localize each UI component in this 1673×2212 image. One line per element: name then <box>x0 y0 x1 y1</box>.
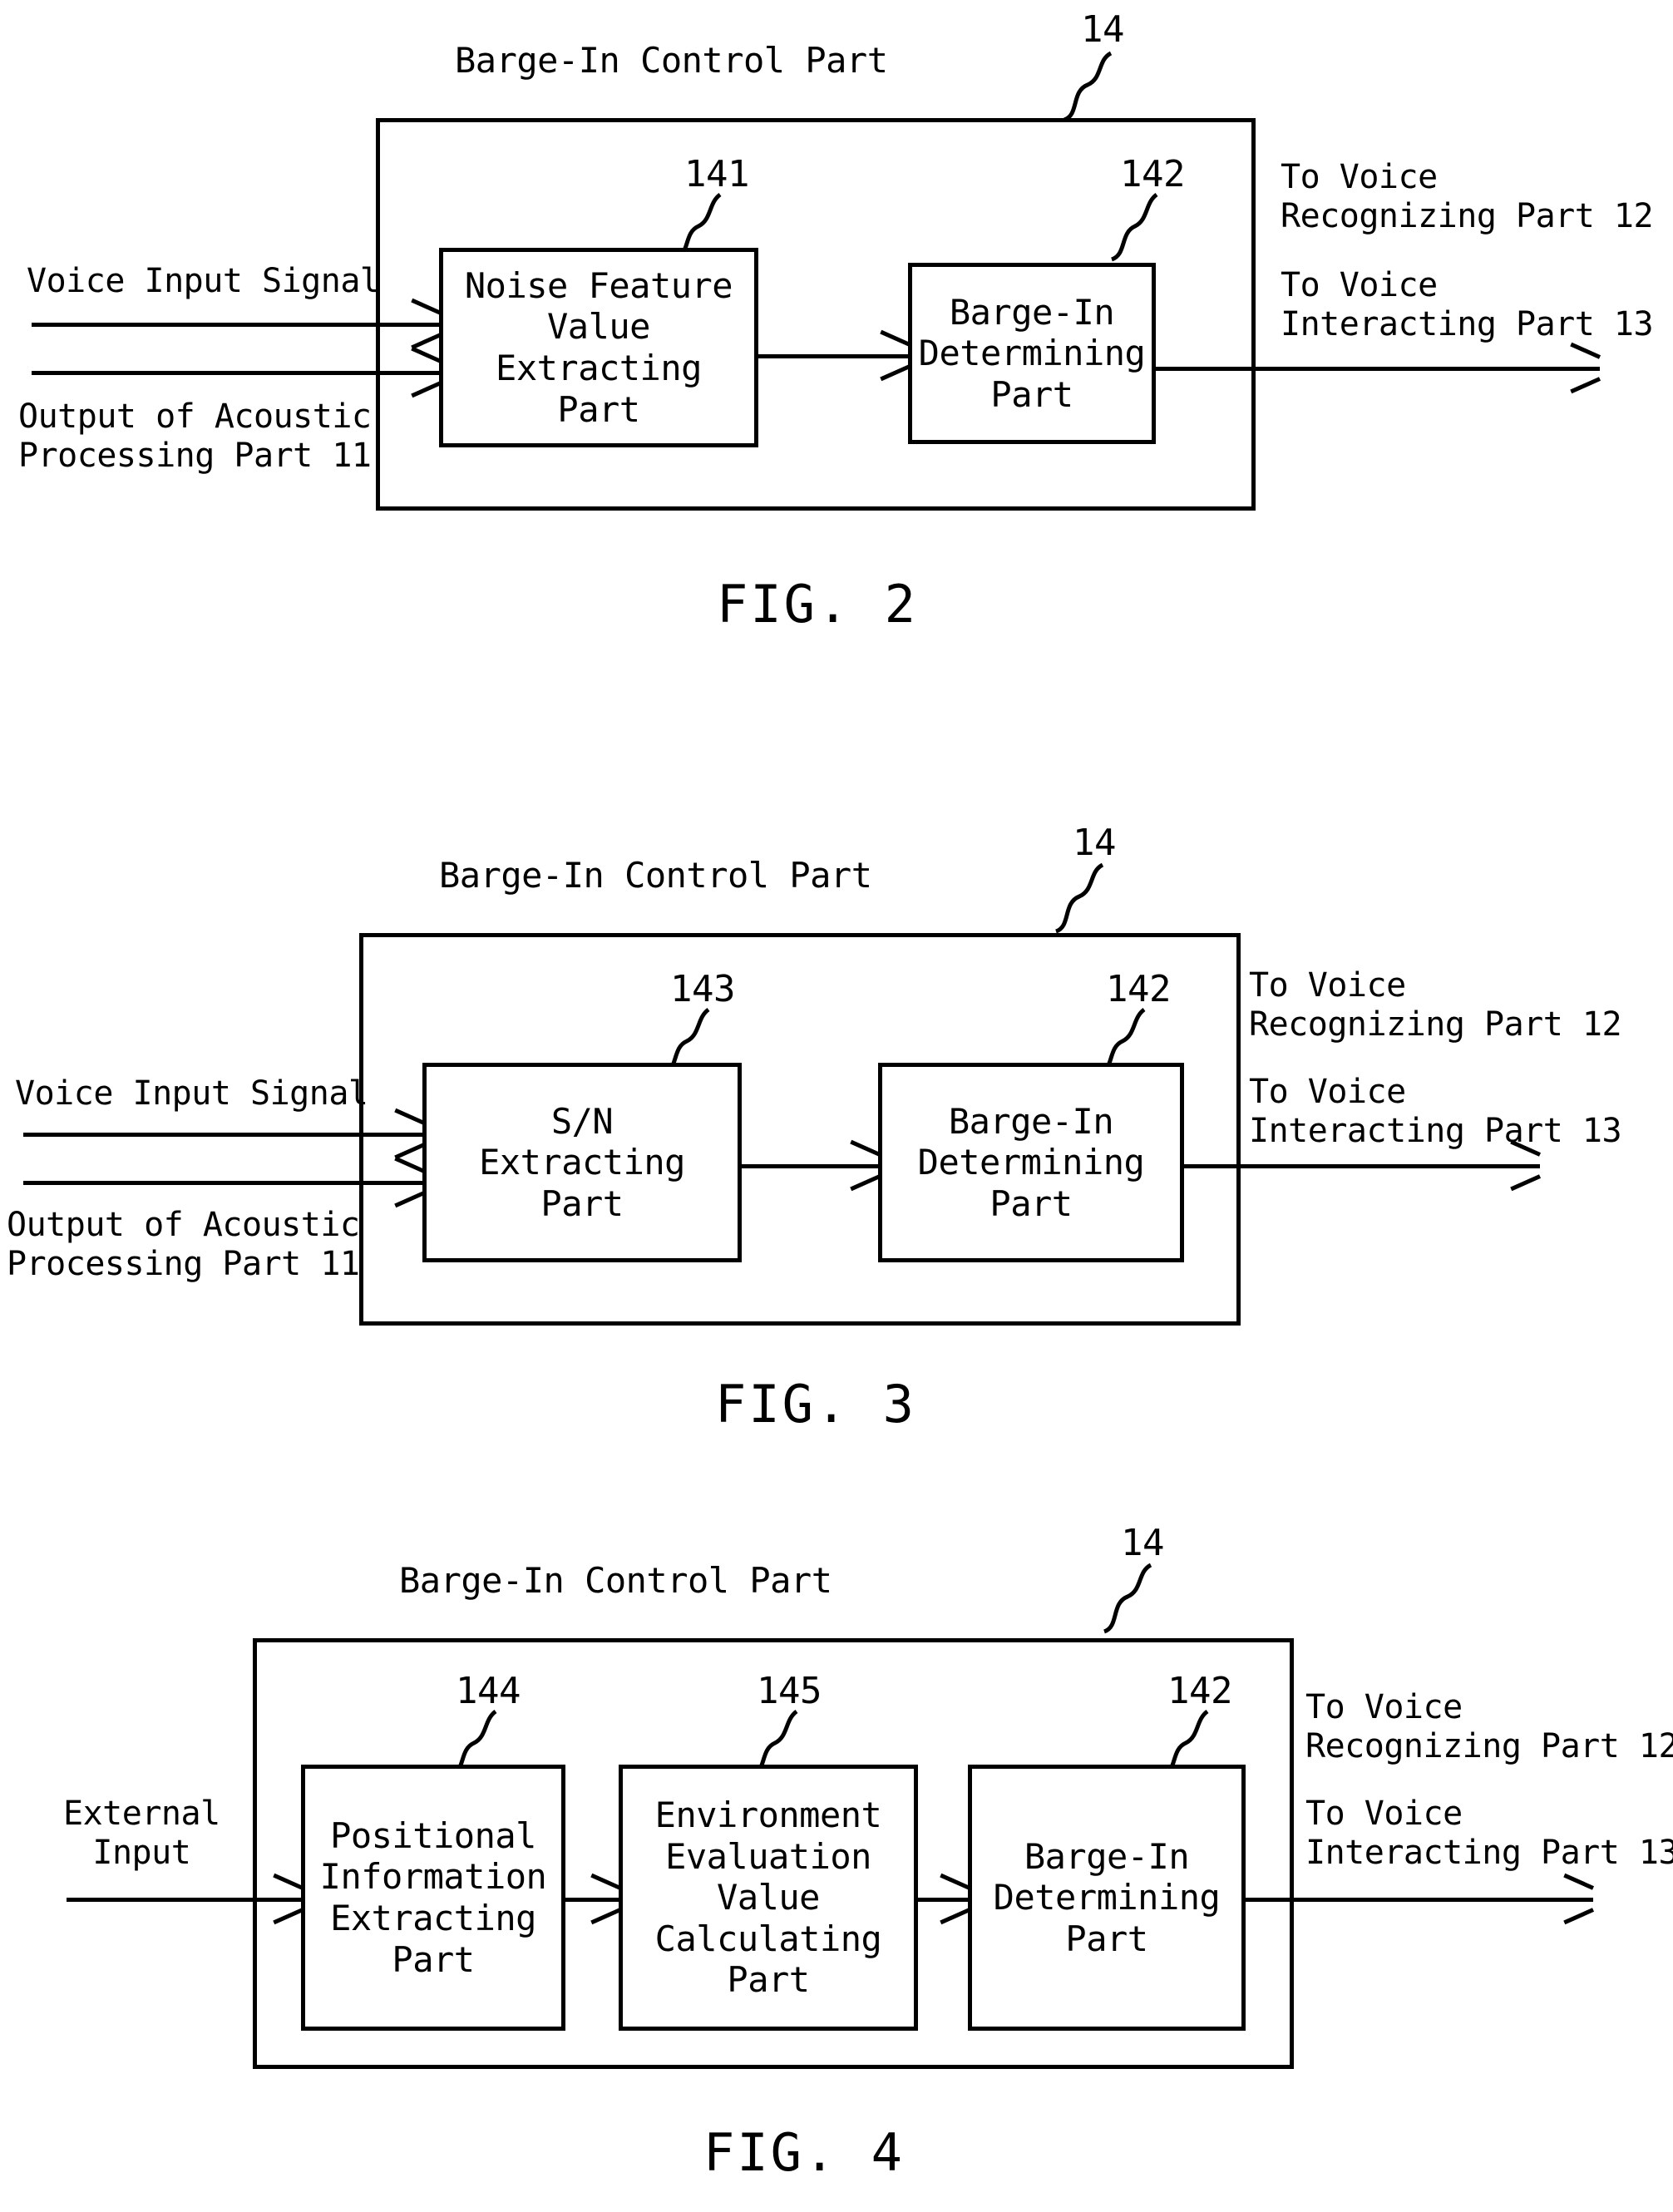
fig3-barge-in-determining-part-block: Barge-In Determining Part <box>878 1063 1184 1262</box>
fig2-ref-141: 141 <box>684 153 749 195</box>
fig4-block-144-label: Positional Information Extracting Part <box>319 1815 547 1980</box>
fig2-input-arrowhead-1 <box>409 309 437 337</box>
fig2-input-line-1 <box>32 323 441 327</box>
fig4-output-line <box>1246 1898 1593 1902</box>
fig3-input-label-acoustic-output: Output of Acoustic Processing Part 11 <box>7 1206 360 1284</box>
fig2-caption: FIG. 2 <box>717 574 918 634</box>
fig2-barge-in-determining-part-block: Barge-In Determining Part <box>908 263 1156 444</box>
fig2-input-arrowhead-2 <box>409 357 437 385</box>
fig2-outer-ref-number: 14 <box>1081 8 1124 51</box>
fig2-lead-line-142 <box>1110 192 1158 262</box>
fig3-internal-arrowhead <box>848 1150 876 1178</box>
fig2-output-label-voice-recognizing: To Voice Recognizing Part 12 <box>1281 158 1654 236</box>
fig3-outer-ref-number: 14 <box>1073 822 1116 864</box>
fig4-barge-in-determining-part-block: Barge-In Determining Part <box>968 1765 1246 2031</box>
fig4-outer-title: Barge-In Control Part <box>399 1560 832 1601</box>
fig3-output-line <box>1184 1164 1540 1168</box>
fig4-output-label-voice-interacting: To Voice Interacting Part 13 <box>1305 1795 1673 1873</box>
fig4-positional-information-extracting-part-block: Positional Information Extracting Part <box>301 1765 565 2031</box>
fig2-noise-feature-value-extracting-part-block: Noise Feature Value Extracting Part <box>439 248 758 447</box>
fig3-caption: FIG. 3 <box>715 1374 916 1434</box>
fig2-input-line-2 <box>32 371 441 375</box>
fig4-block-145-label: Environment Evaluation Value Calculating… <box>654 1795 882 2001</box>
fig3-block-142-label: Barge-In Determining Part <box>917 1100 1145 1224</box>
fig2-block-141-label: Noise Feature Value Extracting Part <box>464 264 733 430</box>
fig4-input-arrowhead <box>271 1884 299 1912</box>
fig2-block-142-label: Barge-In Determining Part <box>918 291 1146 415</box>
fig4-output-arrowhead <box>1562 1884 1590 1912</box>
fig4-ref-145: 145 <box>757 1670 822 1712</box>
fig4-internal-arrowhead-2 <box>938 1884 966 1912</box>
fig2-output-arrowhead <box>1568 353 1597 381</box>
fig3-outer-lead-line <box>1054 862 1104 934</box>
fig3-ref-143: 143 <box>670 968 735 1010</box>
fig3-output-label-voice-interacting: To Voice Interacting Part 13 <box>1249 1073 1622 1151</box>
fig4-internal-arrowhead-1 <box>589 1884 617 1912</box>
fig4-input-line <box>67 1898 303 1902</box>
fig3-input-line-1 <box>23 1133 424 1137</box>
fig3-block-143-label: S/N Extracting Part <box>479 1100 685 1224</box>
fig2-input-label-voice-input-signal: Voice Input Signal <box>27 262 380 300</box>
fig2-outer-title: Barge-In Control Part <box>455 40 888 81</box>
fig3-sn-extracting-part-block: S/N Extracting Part <box>422 1063 742 1262</box>
fig3-input-arrowhead-1 <box>392 1118 421 1147</box>
fig3-ref-142: 142 <box>1106 968 1171 1010</box>
fig4-ref-142: 142 <box>1167 1670 1232 1712</box>
fig2-input-label-acoustic-output: Output of Acoustic Processing Part 11 <box>18 397 372 476</box>
fig4-environment-evaluation-value-calculating-part-block: Environment Evaluation Value Calculating… <box>619 1765 918 2031</box>
fig3-input-line-2 <box>23 1181 424 1185</box>
fig3-outer-title: Barge-In Control Part <box>439 855 872 896</box>
fig4-caption: FIG. 4 <box>703 2122 905 2183</box>
fig4-input-label-external-input: External Input <box>63 1795 220 1873</box>
fig4-outer-ref-number: 14 <box>1121 1522 1164 1564</box>
fig3-output-label-voice-recognizing: To Voice Recognizing Part 12 <box>1249 966 1622 1044</box>
fig2-ref-142: 142 <box>1120 153 1185 195</box>
fig3-input-label-voice-input-signal: Voice Input Signal <box>15 1074 368 1113</box>
fig2-output-line <box>1156 367 1600 371</box>
fig3-output-arrowhead <box>1508 1150 1537 1178</box>
fig4-ref-144: 144 <box>456 1670 521 1712</box>
fig4-outer-lead-line <box>1103 1563 1152 1634</box>
fig4-output-label-voice-recognizing: To Voice Recognizing Part 12 <box>1305 1688 1673 1766</box>
fig2-output-label-voice-interacting: To Voice Interacting Part 13 <box>1281 266 1654 344</box>
fig2-internal-arrowhead <box>878 340 906 368</box>
fig4-block-142-label: Barge-In Determining Part <box>993 1835 1221 1959</box>
fig3-input-arrowhead-2 <box>392 1167 421 1195</box>
fig2-outer-lead-line <box>1063 51 1113 122</box>
